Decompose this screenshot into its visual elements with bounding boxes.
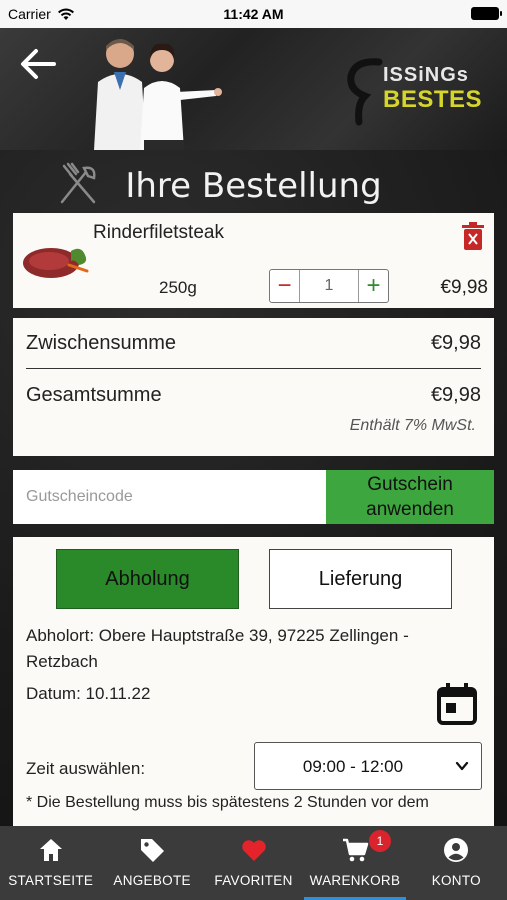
- trash-icon[interactable]: [462, 222, 484, 250]
- fulfillment-card: Abholung Lieferung Abholort: Obere Haupt…: [13, 537, 494, 827]
- order-deadline-note: * Die Bestellung muss bis spätestens 2 S…: [26, 794, 429, 811]
- apply-coupon-label-line2: anwenden: [366, 499, 454, 520]
- brand-name-bottom: BESTES: [383, 86, 483, 113]
- apply-coupon-label-line1: Gutschein: [367, 474, 453, 495]
- total-label: Gesamtsumme: [26, 384, 162, 406]
- totals-divider: [26, 368, 481, 369]
- tab-label: FAVORITEN: [214, 873, 293, 888]
- back-arrow-icon[interactable]: [18, 46, 58, 82]
- tab-label: STARTSEITE: [8, 873, 94, 888]
- delivery-button[interactable]: Lieferung: [269, 549, 452, 609]
- status-bar: Carrier 11:42 AM: [0, 0, 507, 28]
- tab-label: WARENKORB: [309, 873, 401, 888]
- time-slot-select[interactable]: 09:00 - 12:00: [254, 742, 482, 790]
- quantity-value[interactable]: 1: [300, 270, 358, 302]
- tab-konto[interactable]: KONTO: [406, 826, 507, 900]
- chevron-down-icon: [455, 761, 469, 771]
- cart-icon: [342, 838, 369, 862]
- pickup-date: Datum: 10.11.22: [26, 684, 151, 703]
- tab-startseite[interactable]: STARTSEITE: [0, 826, 101, 900]
- page-title: Ihre Bestellung: [125, 166, 382, 206]
- total-value: €9,98: [430, 384, 481, 406]
- time-slot-value: 09:00 - 12:00: [302, 757, 404, 776]
- header-banner: ISSiNGs BESTES: [0, 28, 507, 150]
- item-price: €9,98: [440, 277, 488, 298]
- brand-logo: ISSiNGs BESTES: [345, 58, 495, 126]
- subtotal-label: Zwischensumme: [26, 332, 177, 354]
- pickup-address: Abholort: Obere Hauptstraße 39, 97225 Ze…: [26, 626, 409, 671]
- tag-icon: [141, 839, 165, 862]
- cart-item-card: Rinderfiletsteak 250g − 1 + €9,98: [13, 213, 494, 308]
- brand-name-top: ISSiNGs: [383, 64, 469, 86]
- decrement-button[interactable]: −: [270, 270, 300, 302]
- tab-favoriten[interactable]: FAVORITEN: [203, 826, 304, 900]
- status-time: 11:42 AM: [223, 6, 284, 22]
- cart-count-badge: 1: [368, 830, 391, 852]
- quantity-stepper: − 1 +: [269, 269, 389, 303]
- chefs-photo: [94, 39, 222, 150]
- coupon-code-input[interactable]: [13, 470, 326, 524]
- apply-coupon-button[interactable]: Gutschein anwenden: [326, 470, 494, 524]
- increment-button[interactable]: +: [358, 270, 388, 302]
- bottom-tab-bar: STARTSEITE ANGEBOTE FAVORITEN 1 WARENKOR…: [0, 826, 507, 900]
- item-name: Rinderfiletsteak: [93, 222, 224, 243]
- tab-label: KONTO: [431, 873, 481, 888]
- page-title-area: Ihre Bestellung: [0, 160, 507, 214]
- pickup-button[interactable]: Abholung: [56, 549, 239, 609]
- calendar-icon[interactable]: [437, 683, 477, 725]
- vat-note: Enthält 7% MwSt.: [349, 417, 476, 434]
- tab-angebote[interactable]: ANGEBOTE: [101, 826, 202, 900]
- heart-icon: [241, 840, 266, 861]
- tab-warenkorb[interactable]: 1 WARENKORB: [304, 826, 407, 900]
- time-select-label: Zeit auswählen:: [26, 759, 146, 778]
- brand-mark-icon: [347, 58, 383, 126]
- subtotal-value: €9,98: [430, 332, 481, 354]
- account-icon: [444, 838, 469, 862]
- totals-card: Zwischensumme €9,98 Gesamtsumme €9,98 En…: [13, 318, 494, 456]
- steak-image: [23, 248, 89, 278]
- home-icon: [39, 839, 62, 861]
- tab-label: ANGEBOTE: [113, 873, 191, 888]
- item-weight: 250g: [159, 278, 197, 297]
- battery-icon: [471, 7, 502, 20]
